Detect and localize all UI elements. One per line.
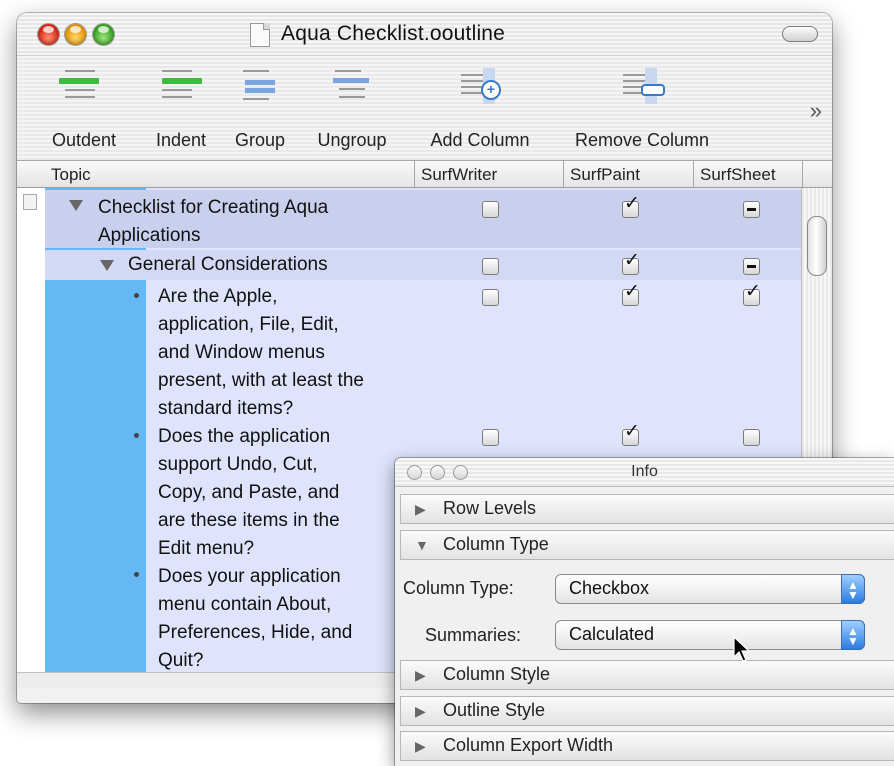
column-header-surfpaint[interactable]: SurfPaint	[570, 165, 640, 185]
checkbox-surfwriter-row1[interactable]	[482, 201, 499, 218]
remove-column-icon	[613, 68, 671, 104]
section-column-type[interactable]: ▼ Column Type	[400, 530, 894, 560]
disclosure-triangle-icon[interactable]	[69, 200, 83, 211]
ungroup-button[interactable]: Ungroup	[307, 56, 397, 160]
info-title-bar[interactable]: Info	[395, 458, 894, 487]
window-title: Aqua Checklist.ooutline	[281, 22, 506, 45]
indent-icon	[152, 68, 210, 104]
outdent-label: Outdent	[51, 130, 117, 150]
outline-row-general[interactable]: General Considerations	[128, 251, 328, 279]
section-column-export-width[interactable]: ▶ Column Export Width	[400, 731, 894, 761]
checkbox-surfwriter-row4[interactable]	[482, 429, 499, 446]
checkbox-surfsheet-row4[interactable]	[743, 429, 760, 446]
summaries-label: Summaries:	[425, 625, 522, 645]
column-header-row: Topic SurfWriter SurfPaint SurfSheet	[17, 161, 832, 188]
remove-column-label: Remove Column	[574, 130, 710, 150]
add-column-icon: +	[451, 68, 509, 104]
popup-arrows-icon: ▲ ▼	[841, 620, 865, 650]
disclosure-triangle-icon[interactable]	[100, 260, 114, 271]
column-type-popup[interactable]: Checkbox ▲ ▼	[555, 574, 865, 604]
bullet-icon	[134, 293, 139, 298]
outdent-icon	[55, 68, 113, 104]
indent-label: Indent	[155, 130, 207, 150]
section-column-style[interactable]: ▶ Column Style	[400, 660, 894, 690]
outline-row-about[interactable]: Does your application menu contain About…	[158, 563, 352, 675]
indent-button[interactable]: Indent	[141, 56, 221, 160]
popup-arrows-icon: ▲ ▼	[841, 574, 865, 604]
add-column-button[interactable]: + Add Column	[415, 56, 545, 160]
minimize-button[interactable]	[65, 24, 86, 45]
disclosure-down-icon: ▼	[415, 537, 429, 553]
outline-row-undo[interactable]: Does the application support Undo, Cut, …	[158, 423, 340, 563]
column-header-topic[interactable]: Topic	[51, 165, 91, 185]
column-type-label: Column Type:	[403, 578, 514, 598]
ungroup-icon	[323, 68, 381, 104]
title-bar[interactable]: Aqua Checklist.ooutline	[17, 13, 832, 56]
bullet-icon	[134, 572, 139, 577]
scroll-thumb[interactable]	[807, 216, 827, 276]
checkbox-surfsheet-row3[interactable]: ✓	[743, 282, 761, 306]
outline-row-menus[interactable]: Are the Apple, application, File, Edit, …	[158, 283, 364, 423]
ungroup-label: Ungroup	[317, 130, 387, 150]
summaries-popup[interactable]: Calculated ▲ ▼	[555, 620, 865, 650]
remove-column-button[interactable]: Remove Column	[557, 56, 727, 160]
group-button[interactable]: Group	[225, 56, 295, 160]
zoom-button[interactable]	[93, 24, 114, 45]
info-panel: Info ▶ Row Levels ▼ Column Type Column T…	[395, 458, 894, 766]
outdent-button[interactable]: Outdent	[39, 56, 129, 160]
checkbox-surfwriter-row2[interactable]	[482, 258, 499, 275]
checkbox-surfsheet-row2[interactable]	[743, 258, 760, 275]
column-header-surfsheet[interactable]: SurfSheet	[700, 165, 776, 185]
checkbox-surfsheet-row1[interactable]	[743, 201, 760, 218]
group-icon	[231, 68, 289, 104]
disclosure-right-icon: ▶	[415, 667, 426, 683]
note-icon[interactable]	[23, 194, 37, 210]
checkbox-surfpaint-row2[interactable]: ✓	[622, 251, 640, 275]
add-column-label: Add Column	[430, 130, 530, 150]
disclosure-right-icon: ▶	[415, 738, 426, 754]
checkbox-surfpaint-row4[interactable]: ✓	[622, 422, 640, 446]
mouse-pointer-icon	[733, 636, 751, 662]
section-outline-style[interactable]: ▶ Outline Style	[400, 696, 894, 726]
toolbar-overflow-button[interactable]: »	[810, 98, 822, 124]
checkbox-surfwriter-row3[interactable]	[482, 289, 499, 306]
document-icon	[250, 23, 270, 47]
toolbar-toggle-button[interactable]	[782, 26, 818, 42]
toolbar: Outdent Indent Group Ungroup + Add Colum…	[17, 56, 832, 161]
checkbox-surfpaint-row1[interactable]: ✓	[622, 194, 640, 218]
outline-row-checklist[interactable]: Checklist for Creating Aqua Applications	[98, 194, 328, 250]
checkbox-surfpaint-row3[interactable]: ✓	[622, 282, 640, 306]
column-header-surfwriter[interactable]: SurfWriter	[421, 165, 497, 185]
bullet-icon	[134, 433, 139, 438]
group-label: Group	[234, 130, 286, 150]
close-button[interactable]	[38, 24, 59, 45]
section-row-levels[interactable]: ▶ Row Levels	[400, 494, 894, 524]
disclosure-right-icon: ▶	[415, 501, 426, 517]
disclosure-right-icon: ▶	[415, 703, 426, 719]
info-title: Info	[631, 463, 658, 480]
